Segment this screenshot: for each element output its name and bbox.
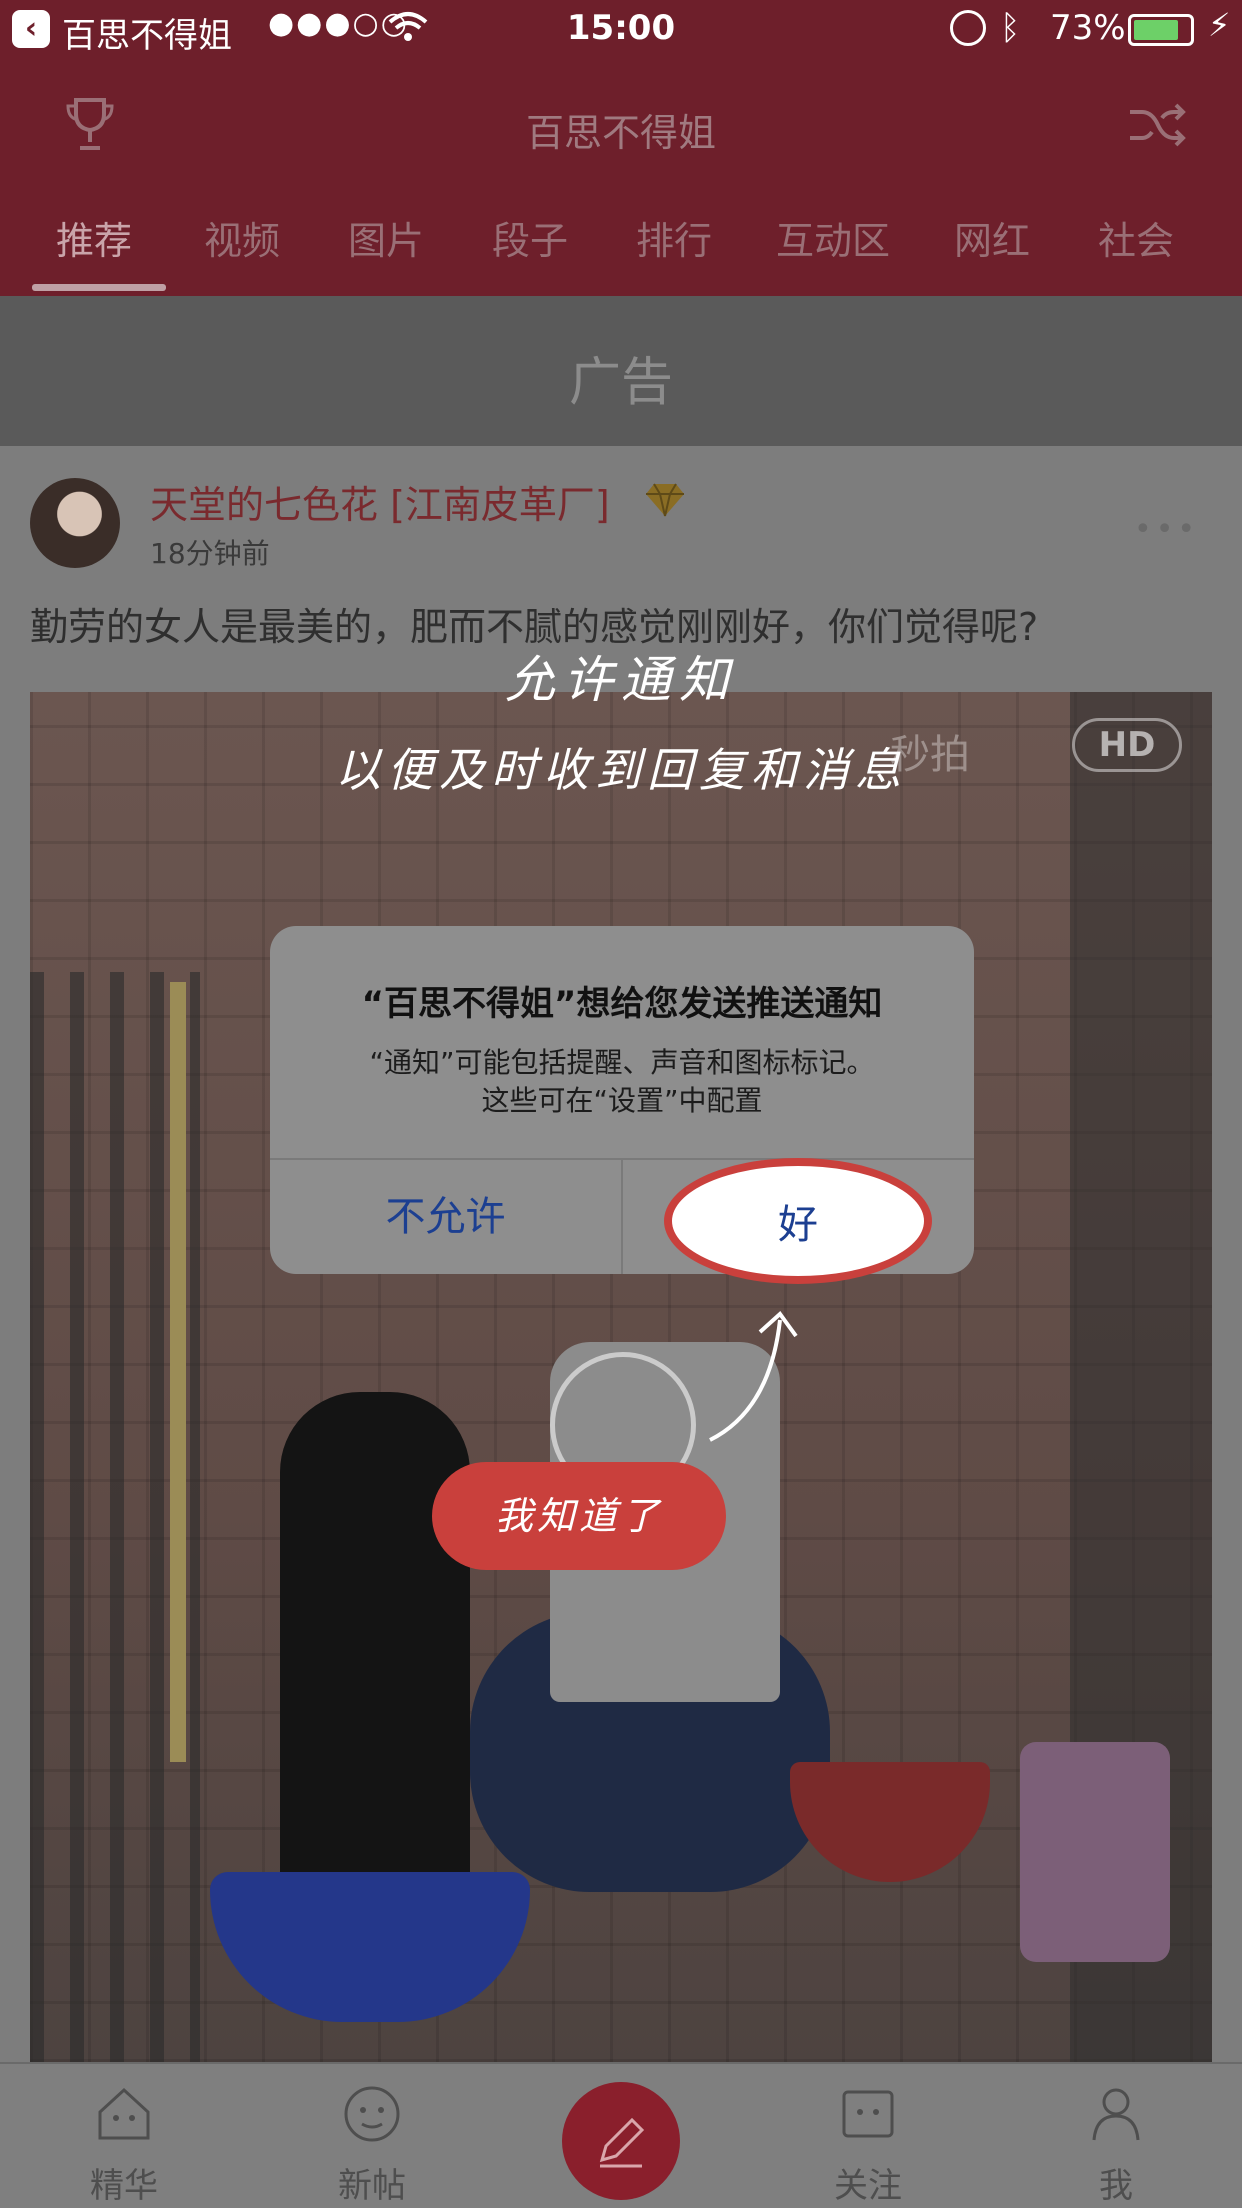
deny-button[interactable]: 不允许 (270, 1160, 621, 1274)
video-player[interactable]: 秒拍 HD (30, 692, 1212, 2062)
tabbar-new-posts[interactable]: 新帖 (302, 2064, 442, 2208)
battery-level (1134, 20, 1178, 40)
diamond-badge-icon (646, 483, 684, 517)
house-icon (98, 2087, 150, 2140)
charging-icon: ⚡ (1208, 6, 1231, 44)
ad-label: 广告 (568, 353, 673, 413)
got-it-button[interactable]: 我知道了 (432, 1462, 726, 1570)
tabbar-me-label: 我 (1099, 2166, 1133, 2206)
tab-interaction[interactable]: 互动区 (776, 210, 890, 265)
ad-banner[interactable]: 广告 (0, 296, 1242, 446)
shuffle-icon[interactable] (1126, 100, 1186, 150)
allow-notifications-hint-title: 允许通知 (505, 651, 737, 709)
alert-message-line-2: 这些可在“设置”中配置 (481, 1084, 763, 1117)
person-icon (1092, 2088, 1140, 2141)
alert-message: “通知”可能包括提醒、声音和图标标记。 这些可在“设置”中配置 (270, 1044, 974, 1120)
video-red-basin (790, 1762, 990, 1882)
tabbar-me[interactable]: 我 (1046, 2064, 1186, 2208)
allow-notifications-hint-subtitle: 以便及时收到回复和消息 (335, 743, 907, 797)
video-mop (170, 982, 186, 1762)
alert-title: “百思不得姐”想给您发送推送通知 (361, 984, 883, 1024)
pointer-arrow-icon (709, 1311, 798, 1442)
bottom-tab-bar: 精华 新帖 关注 我 (0, 2062, 1242, 2208)
allow-button-label: 好 (778, 1202, 818, 1248)
battery-icon (1128, 14, 1194, 46)
tabbar-featured[interactable]: 精华 (54, 2064, 194, 2208)
tab-influencers[interactable]: 网红 (954, 210, 1030, 265)
battery-percentage: 73% (1050, 8, 1126, 48)
bluetooth-icon: ᛒ (1000, 8, 1021, 48)
smiley-icon (344, 2086, 400, 2142)
app-header: 百思不得姐 推荐 视频 图片 段子 排行 互动区 网红 社会 (0, 60, 1242, 296)
app-title: 百思不得姐 (525, 111, 716, 155)
tab-jokes[interactable]: 段子 (492, 210, 568, 265)
video-blue-basin (210, 1872, 530, 2022)
alert-message-line-1: “通知”可能包括提醒、声音和图标标记。 (369, 1046, 875, 1079)
post-time: 18分钟前 (150, 537, 270, 570)
author-name[interactable]: 天堂的七色花 [江南皮革厂] (150, 474, 610, 529)
avatar[interactable] (30, 478, 120, 568)
compose-button[interactable] (562, 2082, 680, 2200)
alert-button-divider (621, 1158, 623, 1274)
rotation-lock-icon (950, 10, 986, 46)
tab-pictures[interactable]: 图片 (348, 210, 424, 265)
tab-society[interactable]: 社会 (1098, 210, 1174, 265)
allow-button[interactable]: 好 (664, 1158, 932, 1284)
tab-recommended[interactable]: 推荐 (56, 210, 132, 265)
tabbar-following[interactable]: 关注 (798, 2064, 938, 2208)
pencil-icon (599, 2117, 645, 2168)
more-options-icon[interactable]: ••• (1134, 512, 1199, 547)
tabbar-new-posts-label: 新帖 (338, 2166, 406, 2206)
active-tab-indicator (32, 284, 166, 291)
tabbar-following-label: 关注 (834, 2166, 902, 2206)
status-bar: ‹ 百思不得姐 ●●●○○ 15:00 ᛒ 73% ⚡ (0, 0, 1242, 60)
follow-box-icon (842, 2090, 894, 2138)
tabbar-featured-label: 精华 (90, 2166, 158, 2206)
tab-ranking[interactable]: 排行 (636, 210, 712, 265)
category-tabs: 推荐 视频 图片 段子 排行 互动区 网红 社会 (0, 210, 1242, 296)
video-bottles (1020, 1742, 1170, 1962)
tab-video[interactable]: 视频 (204, 210, 280, 265)
